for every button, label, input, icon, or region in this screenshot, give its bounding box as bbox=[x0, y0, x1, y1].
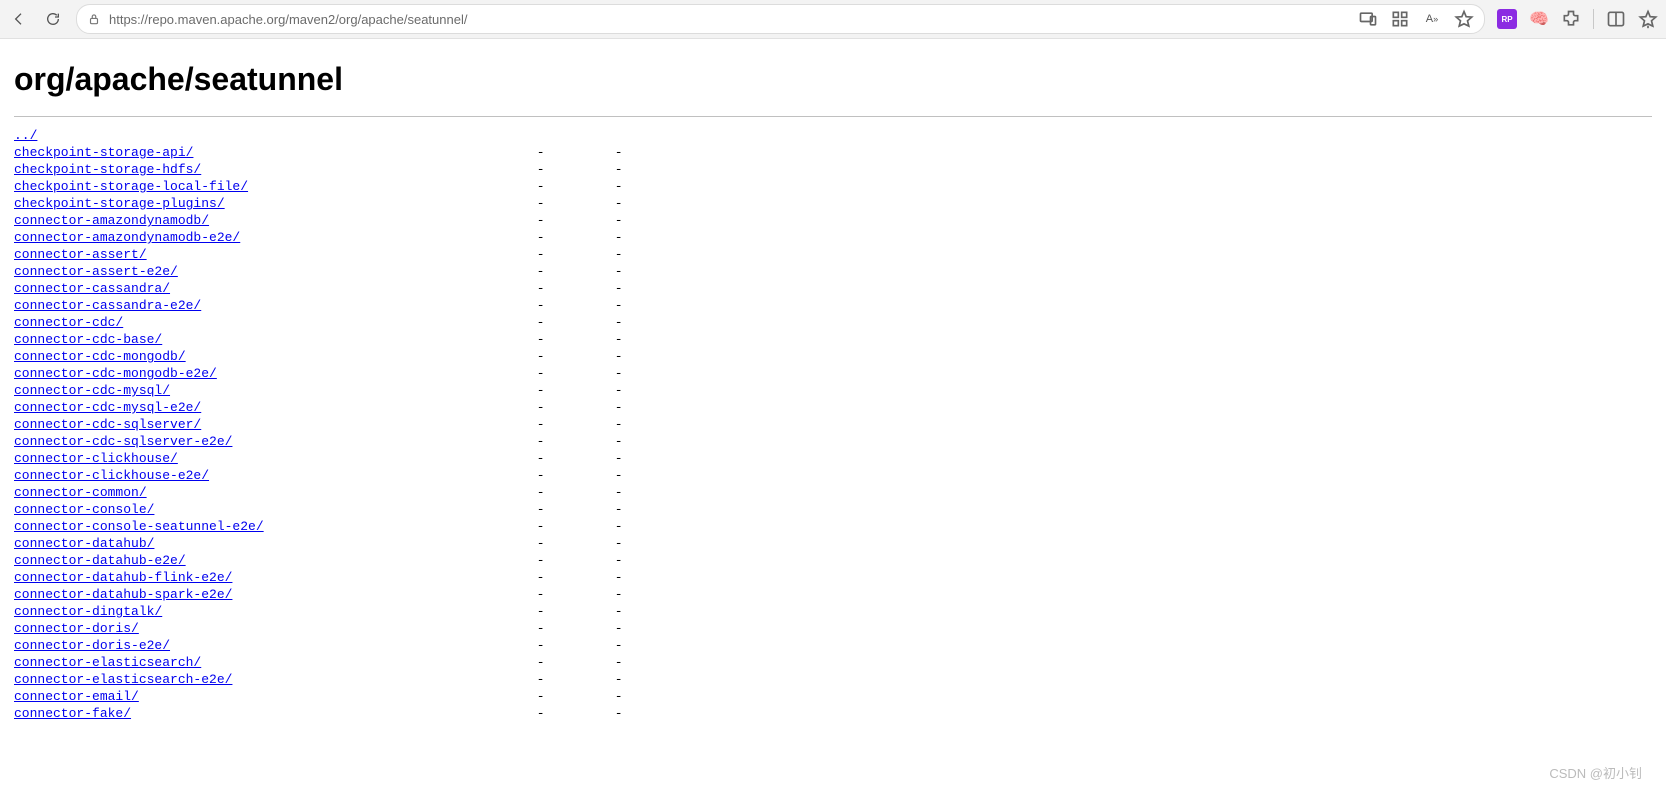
lock-icon bbox=[87, 12, 101, 26]
list-item-link[interactable]: connector-elasticsearch/ bbox=[14, 655, 201, 670]
page-body: org/apache/seatunnel ../ checkpoint-stor… bbox=[0, 39, 1666, 762]
refresh-button[interactable] bbox=[42, 8, 64, 30]
list-item-link[interactable]: connector-assert-e2e/ bbox=[14, 264, 178, 279]
directory-listing: ../ checkpoint-storage-api/ - - checkpoi… bbox=[14, 127, 1652, 722]
list-item-link[interactable]: connector-cdc-mongodb/ bbox=[14, 349, 186, 364]
list-item-link[interactable]: connector-datahub-spark-e2e/ bbox=[14, 587, 232, 602]
favorite-star-icon[interactable] bbox=[1454, 9, 1474, 29]
favorites-bar-star-icon[interactable] bbox=[1638, 9, 1658, 29]
extensions-icon[interactable] bbox=[1561, 9, 1581, 29]
list-item-link[interactable]: connector-assert/ bbox=[14, 247, 147, 262]
list-item-link[interactable]: connector-datahub/ bbox=[14, 536, 154, 551]
list-item-link[interactable]: connector-fake/ bbox=[14, 706, 131, 721]
list-item-link[interactable]: connector-doris/ bbox=[14, 621, 139, 636]
brain-extension-icon[interactable]: 🧠 bbox=[1529, 9, 1549, 29]
list-item-link[interactable]: connector-doris-e2e/ bbox=[14, 638, 170, 653]
list-item-link[interactable]: connector-datahub-flink-e2e/ bbox=[14, 570, 232, 585]
list-item-link[interactable]: connector-amazondynamodb-e2e/ bbox=[14, 230, 240, 245]
list-item-link[interactable]: connector-console-seatunnel-e2e/ bbox=[14, 519, 264, 534]
watermark-text: CSDN @初小钊 bbox=[1549, 763, 1642, 782]
list-item-link[interactable]: checkpoint-storage-hdfs/ bbox=[14, 162, 201, 177]
address-bar-actions: A» bbox=[1358, 9, 1474, 29]
toolbar-divider bbox=[1593, 9, 1594, 29]
list-item-link[interactable]: connector-cassandra/ bbox=[14, 281, 170, 296]
device-sync-icon[interactable] bbox=[1358, 9, 1378, 29]
list-item-link[interactable]: connector-dingtalk/ bbox=[14, 604, 162, 619]
address-bar[interactable]: https://repo.maven.apache.org/maven2/org… bbox=[76, 4, 1485, 34]
list-item-link[interactable]: connector-elasticsearch-e2e/ bbox=[14, 672, 232, 687]
url-text: https://repo.maven.apache.org/maven2/org… bbox=[109, 12, 1350, 27]
rp-extension-icon[interactable]: RP bbox=[1497, 9, 1517, 29]
apps-grid-icon[interactable] bbox=[1390, 9, 1410, 29]
list-item-link[interactable]: checkpoint-storage-api/ bbox=[14, 145, 193, 160]
page-title: org/apache/seatunnel bbox=[14, 61, 1652, 98]
split-screen-icon[interactable] bbox=[1606, 9, 1626, 29]
list-item-link[interactable]: connector-cdc-mysql-e2e/ bbox=[14, 400, 201, 415]
list-item-link[interactable]: connector-cdc-base/ bbox=[14, 332, 162, 347]
list-item-link[interactable]: connector-cdc-mongodb-e2e/ bbox=[14, 366, 217, 381]
list-item-link[interactable]: connector-cdc-mysql/ bbox=[14, 383, 170, 398]
list-item-link[interactable]: connector-clickhouse-e2e/ bbox=[14, 468, 209, 483]
read-aloud-icon[interactable]: A» bbox=[1422, 9, 1442, 29]
list-item-link[interactable]: connector-cdc-sqlserver/ bbox=[14, 417, 201, 432]
heading-divider bbox=[14, 116, 1652, 117]
list-item-link[interactable]: connector-common/ bbox=[14, 485, 147, 500]
list-item-link[interactable]: connector-clickhouse/ bbox=[14, 451, 178, 466]
list-item-link[interactable]: connector-cassandra-e2e/ bbox=[14, 298, 201, 313]
list-item-link[interactable]: connector-cdc-sqlserver-e2e/ bbox=[14, 434, 232, 449]
browser-toolbar: https://repo.maven.apache.org/maven2/org… bbox=[0, 0, 1666, 39]
list-item-link[interactable]: connector-amazondynamodb/ bbox=[14, 213, 209, 228]
list-item-link[interactable]: checkpoint-storage-local-file/ bbox=[14, 179, 248, 194]
back-button[interactable] bbox=[8, 8, 30, 30]
browser-right-controls: RP 🧠 bbox=[1497, 9, 1658, 29]
list-item-link[interactable]: checkpoint-storage-plugins/ bbox=[14, 196, 225, 211]
list-item-link[interactable]: connector-datahub-e2e/ bbox=[14, 553, 186, 568]
list-item-link[interactable]: connector-console/ bbox=[14, 502, 154, 517]
list-item-link[interactable]: connector-cdc/ bbox=[14, 315, 123, 330]
list-item-link[interactable]: connector-email/ bbox=[14, 689, 139, 704]
parent-dir-link[interactable]: ../ bbox=[14, 128, 37, 143]
